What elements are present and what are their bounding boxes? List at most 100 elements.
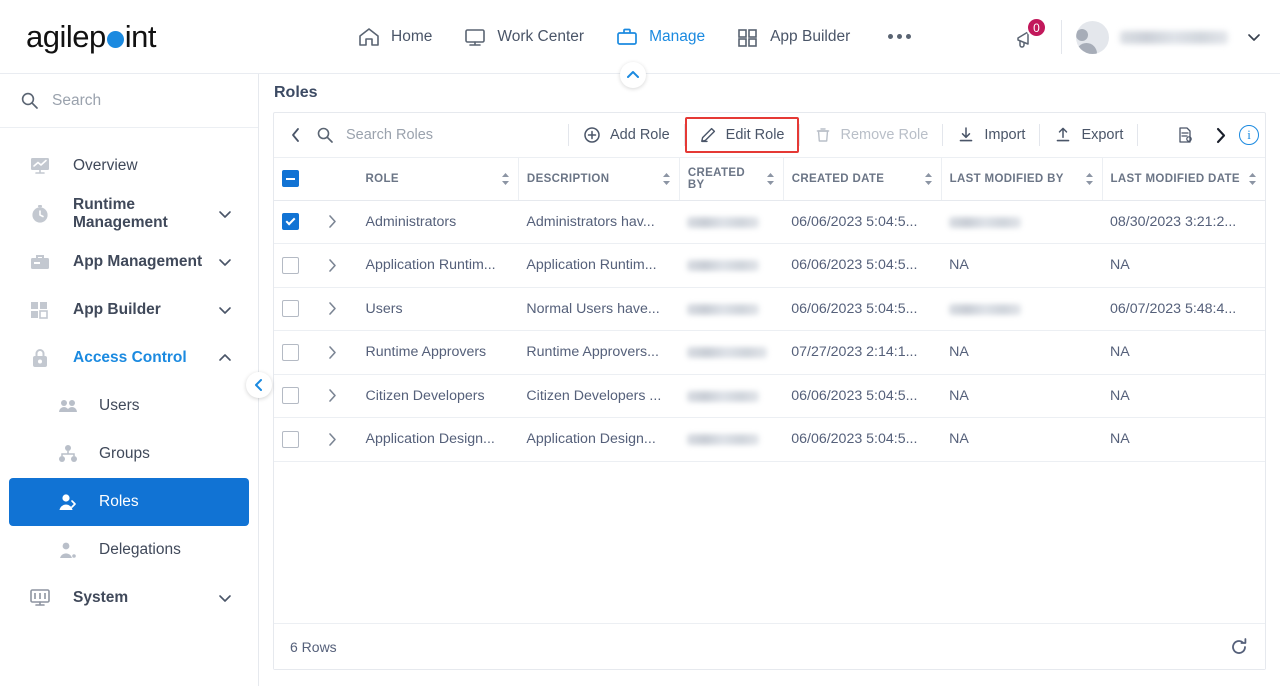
column-header-last-modified-date[interactable]: LAST MODIFIED DATE: [1102, 158, 1265, 201]
toolbar-back-button[interactable]: [282, 127, 310, 143]
home-icon: [356, 25, 382, 49]
chevron-right-icon[interactable]: [325, 214, 350, 229]
row-expand-cell: [316, 200, 358, 244]
report-icon[interactable]: [1168, 126, 1202, 144]
column-header-created-date[interactable]: CREATED DATE: [783, 158, 942, 201]
ellipsis-icon[interactable]: [888, 34, 912, 39]
sidebar-item-app-builder[interactable]: App Builder: [9, 286, 249, 334]
sidebar-item-users[interactable]: Users: [9, 382, 249, 430]
sidebar-item-app-management[interactable]: App Management: [9, 238, 249, 286]
toolbar-more-button[interactable]: [1204, 127, 1237, 144]
column-header-description[interactable]: DESCRIPTION: [518, 158, 680, 201]
add-role-button[interactable]: Add Role: [569, 117, 684, 153]
users-icon: [57, 394, 83, 418]
column-header-created-by[interactable]: CREATED BY: [679, 158, 784, 201]
import-button[interactable]: Import: [943, 117, 1039, 153]
sidebar-label-app-management: App Management: [73, 253, 203, 270]
table-row[interactable]: Citizen Developers Citizen Developers ..…: [274, 374, 1265, 418]
dash-icon: [286, 177, 295, 180]
nav-label-work-center: Work Center: [497, 27, 585, 45]
sidebar-item-runtime-management[interactable]: Runtime Management: [9, 190, 249, 238]
cell-role: Citizen Developers: [357, 374, 519, 418]
row-checkbox[interactable]: [282, 300, 299, 318]
row-checkbox[interactable]: [282, 343, 299, 361]
export-button[interactable]: Export: [1040, 117, 1137, 153]
row-checkbox[interactable]: [282, 387, 299, 405]
nav-item-work-center[interactable]: Work Center: [462, 25, 584, 49]
chevron-right-icon[interactable]: [325, 432, 350, 447]
sort-icon: [766, 172, 775, 186]
row-select-cell: [274, 200, 317, 244]
chevron-right-icon[interactable]: [325, 345, 350, 360]
toolbar-right-group: i: [1168, 125, 1265, 145]
table-header-row: ROLE DESCRIPTION CREATED BY CREATED DATE…: [274, 158, 1265, 201]
chevron-up-icon: [217, 350, 233, 366]
nav-item-app-builder[interactable]: App Builder: [735, 25, 850, 49]
table-row[interactable]: Runtime Approvers Runtime Approvers... 0…: [274, 330, 1265, 375]
cell-last-modified-date: NA: [1102, 243, 1265, 288]
select-all-checkbox[interactable]: [282, 170, 299, 188]
row-expand-cell: [316, 243, 358, 288]
column-header-role[interactable]: ROLE: [357, 158, 519, 201]
header-collapse-button[interactable]: [620, 62, 646, 88]
nav-item-home[interactable]: Home: [356, 25, 432, 49]
sort-icon: [662, 172, 671, 186]
megaphone-icon[interactable]: 0: [1003, 15, 1047, 59]
cell-role: Administrators: [357, 200, 519, 244]
chevron-down-icon: [217, 206, 233, 222]
info-icon[interactable]: i: [1239, 125, 1259, 145]
sidebar-item-overview[interactable]: Overview: [9, 142, 249, 190]
divider: [1061, 20, 1062, 54]
toolbox-icon: [29, 250, 55, 274]
sidebar-item-access-control[interactable]: Access Control: [9, 334, 249, 382]
masked-value: [687, 434, 760, 445]
cell-created-by: [679, 200, 784, 244]
row-checkbox[interactable]: [282, 213, 299, 231]
column-header-last-modified-by[interactable]: LAST MODIFIED BY: [941, 158, 1103, 201]
nav-item-manage[interactable]: Manage: [614, 25, 705, 49]
logo-text-part2: int: [124, 18, 157, 54]
sort-icon: [1085, 172, 1094, 186]
sidebar-item-system[interactable]: System: [9, 574, 249, 622]
edit-role-button[interactable]: Edit Role: [684, 117, 799, 153]
refresh-icon[interactable]: [1229, 637, 1249, 657]
sidebar-collapse-button[interactable]: [246, 372, 272, 398]
column-label-created-by: CREATED BY: [687, 166, 746, 191]
chevron-right-icon[interactable]: [325, 301, 350, 316]
user-name: [1120, 30, 1228, 44]
chevron-down-icon[interactable]: [1246, 29, 1262, 45]
masked-value: [687, 260, 760, 271]
top-bar-right: 0: [1003, 0, 1262, 74]
sidebar-item-roles[interactable]: Roles: [9, 478, 249, 526]
table-row[interactable]: Users Normal Users have... 06/06/2023 5:…: [274, 287, 1265, 331]
nav-label-manage: Manage: [649, 27, 706, 45]
row-checkbox[interactable]: [282, 430, 299, 448]
masked-value: [687, 347, 768, 358]
table-row[interactable]: Application Design... Application Design…: [274, 417, 1265, 462]
sort-icon: [501, 172, 510, 186]
cell-created-date: 06/06/2023 5:04:5...: [783, 200, 942, 244]
chevron-right-icon[interactable]: [325, 258, 350, 273]
cell-last-modified-by: [941, 200, 1102, 244]
search-roles-input[interactable]: Search Roles: [316, 126, 568, 144]
row-checkbox[interactable]: [282, 256, 299, 274]
masked-value: [687, 303, 760, 315]
chevron-right-icon[interactable]: [325, 388, 350, 403]
table-row[interactable]: Administrators Administrators hav... 06/…: [274, 200, 1265, 244]
cell-role: Application Design...: [357, 417, 519, 462]
cell-last-modified-date: NA: [1102, 417, 1265, 462]
sidebar-label-overview: Overview: [73, 157, 138, 174]
sidebar-item-groups[interactable]: Groups: [9, 430, 249, 478]
agilepoint-logo[interactable]: agilep int: [26, 18, 157, 55]
sidebar-item-delegations[interactable]: Delegations: [9, 526, 249, 574]
edit-role-label: Edit Role: [725, 127, 785, 143]
app-root: agilep int Home Work Center Manage App B…: [0, 0, 1280, 686]
nav-label-app-builder: App Builder: [770, 27, 851, 45]
avatar[interactable]: [1076, 20, 1109, 54]
divider: [1137, 124, 1139, 146]
search-input[interactable]: Search: [0, 74, 258, 128]
table-row[interactable]: Application Runtim... Application Runtim…: [274, 243, 1265, 288]
cell-description: Normal Users have...: [518, 287, 680, 331]
cell-role: Application Runtim...: [357, 243, 519, 288]
row-count-label: 6 Rows: [290, 638, 337, 655]
